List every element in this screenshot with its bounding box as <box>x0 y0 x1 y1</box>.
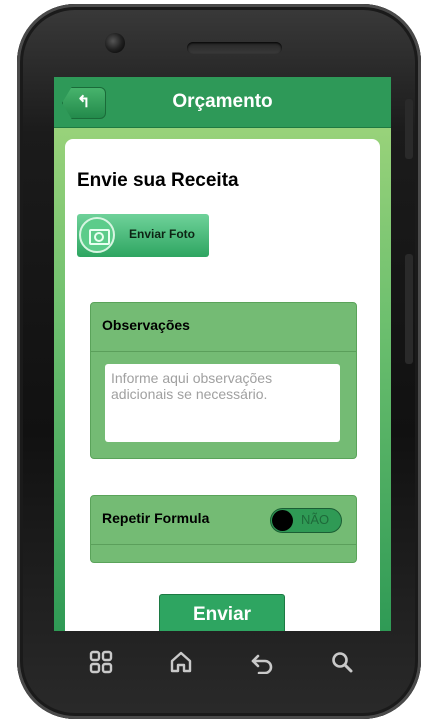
send-photo-button[interactable]: Enviar Foto <box>77 214 209 257</box>
observacoes-header: Observações <box>91 303 356 352</box>
search-icon[interactable] <box>330 650 354 674</box>
toggle-knob <box>272 510 293 531</box>
phone-volume-button <box>405 254 413 364</box>
send-photo-label: Enviar Foto <box>129 227 196 241</box>
back-icon[interactable] <box>250 650 274 674</box>
observacoes-input[interactable] <box>105 364 340 442</box>
repetir-formula-title: Repetir Formula <box>102 510 210 526</box>
observacoes-panel: Observações <box>90 302 357 459</box>
header-bar: Orçamento ↰ <box>54 77 391 128</box>
observacoes-title: Observações <box>102 317 190 333</box>
app-screen: Orçamento ↰ Envie sua Receita Enviar Fot… <box>54 77 391 631</box>
toggle-label: NÃO <box>301 512 330 527</box>
divider <box>91 544 356 545</box>
apps-icon[interactable] <box>89 650 113 674</box>
phone-side-button <box>405 99 413 159</box>
section-title: Envie sua Receita <box>77 170 239 191</box>
repetir-formula-toggle[interactable]: NÃO <box>270 508 342 533</box>
arrow-left-icon: ↰ <box>77 94 91 111</box>
front-camera <box>105 33 125 53</box>
repetir-formula-panel: Repetir Formula NÃO <box>90 495 357 563</box>
send-button[interactable]: Enviar <box>159 594 285 631</box>
home-icon[interactable] <box>169 650 193 674</box>
content-card: Envie sua Receita Enviar Foto Observaçõe… <box>65 139 380 631</box>
earpiece-speaker <box>187 42 282 54</box>
camera-icon <box>79 217 115 253</box>
